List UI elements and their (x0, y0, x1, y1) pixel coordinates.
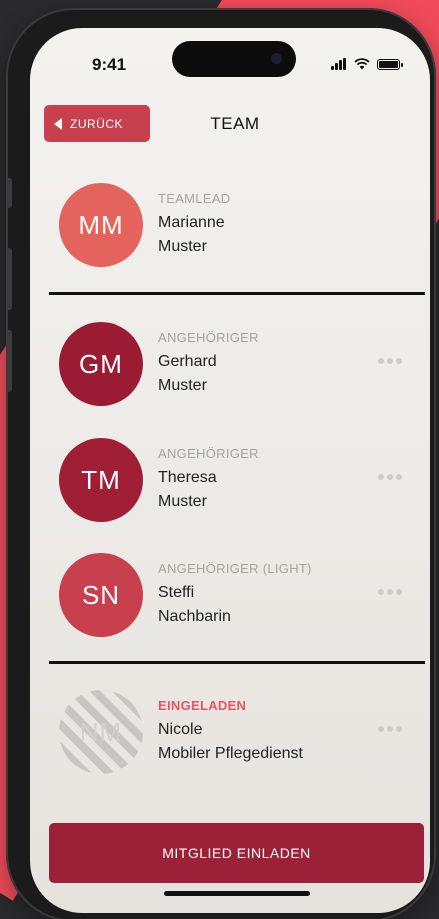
battery-icon (377, 59, 403, 70)
signal-icon (331, 58, 347, 70)
page-title: TEAM (210, 114, 260, 133)
status-time: 9:41 (92, 55, 127, 74)
avatar: MM (59, 183, 143, 267)
mute-switch (6, 178, 12, 208)
section-divider (49, 292, 425, 295)
more-dots-icon[interactable] (378, 726, 402, 732)
member-last-name: Muster (158, 238, 207, 255)
list-item[interactable]: TM ANGEHÖRIGER Theresa Muster (30, 438, 430, 528)
list-item[interactable]: SN ANGEHÖRIGER (LIGHT) Steffi Nachbarin (30, 553, 430, 643)
member-role: TEAMLEAD (158, 191, 231, 206)
section-divider (49, 661, 425, 664)
member-role: ANGEHÖRIGER (158, 330, 259, 345)
member-role: ANGEHÖRIGER (LIGHT) (158, 561, 312, 576)
more-dots-icon[interactable] (378, 589, 402, 595)
member-first-name: Gerhard (158, 353, 217, 370)
chevron-left-icon (54, 117, 62, 130)
member-first-name: Nicole (158, 721, 203, 738)
more-dots-icon[interactable] (378, 358, 402, 364)
member-last-name: Muster (158, 377, 207, 394)
member-last-name: Muster (158, 493, 207, 510)
volume-up-button (6, 248, 12, 310)
status-icons (331, 58, 403, 70)
avatar: GM (59, 322, 143, 406)
member-first-name: Theresa (158, 469, 217, 486)
member-role: ANGEHÖRIGER (158, 446, 259, 461)
invited-list-item[interactable]: NM EINGELADEN Nicole Mobiler Pflegediens… (30, 690, 430, 780)
member-first-name: Marianne (158, 214, 225, 231)
list-item[interactable]: GM ANGEHÖRIGER Gerhard Muster (30, 322, 430, 412)
more-dots-icon[interactable] (378, 474, 402, 480)
dynamic-island (172, 41, 296, 77)
back-button-label: ZURÜCK (70, 116, 123, 131)
wifi-icon (354, 58, 370, 70)
member-last-name: Nachbarin (158, 608, 231, 625)
invite-member-button[interactable]: MITGLIED EINLADEN (49, 823, 424, 883)
member-last-name: Mobiler Pflegedienst (158, 745, 303, 762)
member-first-name: Steffi (158, 584, 195, 601)
avatar: TM (59, 438, 143, 522)
home-indicator (164, 891, 310, 896)
team-lead-item[interactable]: MM TEAMLEAD Marianne Muster (30, 183, 430, 273)
phone-frame: 9:41 ZURÜCK TEAM MM TEAMLEAD Marianne Mu… (6, 8, 436, 919)
avatar: NM (59, 690, 143, 774)
back-button[interactable]: ZURÜCK (44, 105, 150, 142)
avatar: SN (59, 553, 143, 637)
app-screen: 9:41 ZURÜCK TEAM MM TEAMLEAD Marianne Mu… (30, 28, 430, 913)
invite-status-badge: EINGELADEN (158, 698, 247, 713)
volume-down-button (6, 330, 12, 392)
